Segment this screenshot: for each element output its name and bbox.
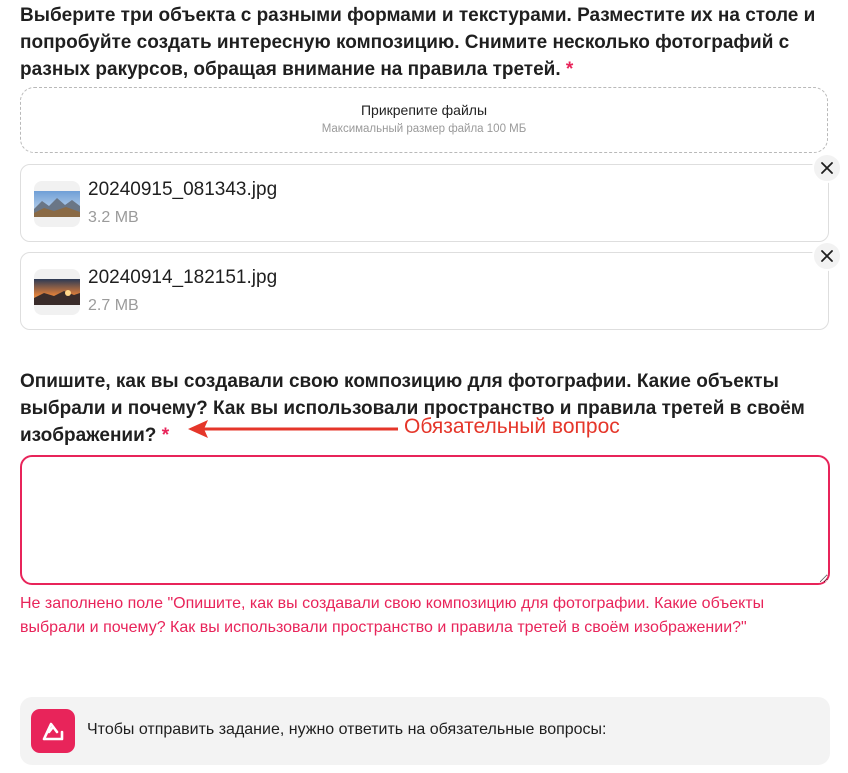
question-1-text: Выберите три объекта с разными формами и… [20, 5, 816, 80]
close-icon [821, 162, 833, 174]
file-name: 20240914_182151.jpg [88, 267, 278, 288]
file-upload-dropzone[interactable]: Прикрепите файлы Максимальный размер фай… [20, 87, 828, 153]
required-mark: * [565, 59, 574, 80]
close-icon [821, 250, 833, 262]
file-size: 3.2 MB [88, 209, 139, 226]
file-size: 2.7 MB [88, 297, 139, 314]
submit-notice: Чтобы отправить задание, нужно ответить … [20, 697, 830, 765]
file-name: 20240915_081343.jpg [88, 179, 278, 200]
validation-error: Не заполнено поле "Опишите, как вы созда… [20, 595, 765, 636]
upload-size-limit: Максимальный размер файла 100 МБ [321, 123, 527, 135]
upload-title: Прикрепите файлы [360, 102, 488, 118]
question-1-title: Выберите три объекта с разными формами и… [20, 2, 835, 83]
brand-logo-icon [31, 709, 75, 753]
annotation-arrow-icon [188, 420, 398, 438]
file-item: 20240914_182151.jpg 2.7 MB [20, 241, 842, 330]
file-item: 20240915_081343.jpg 3.2 MB [20, 153, 842, 242]
sunset-thumbnail-icon [34, 269, 80, 315]
mountain-thumbnail-icon [34, 181, 80, 227]
notice-text: Чтобы отправить задание, нужно ответить … [87, 721, 607, 738]
required-annotation: Обязательный вопрос [404, 415, 620, 438]
answer-textarea[interactable] [20, 455, 830, 585]
remove-file-button[interactable] [812, 241, 842, 271]
remove-file-button[interactable] [812, 153, 842, 183]
required-mark: * [161, 425, 170, 446]
